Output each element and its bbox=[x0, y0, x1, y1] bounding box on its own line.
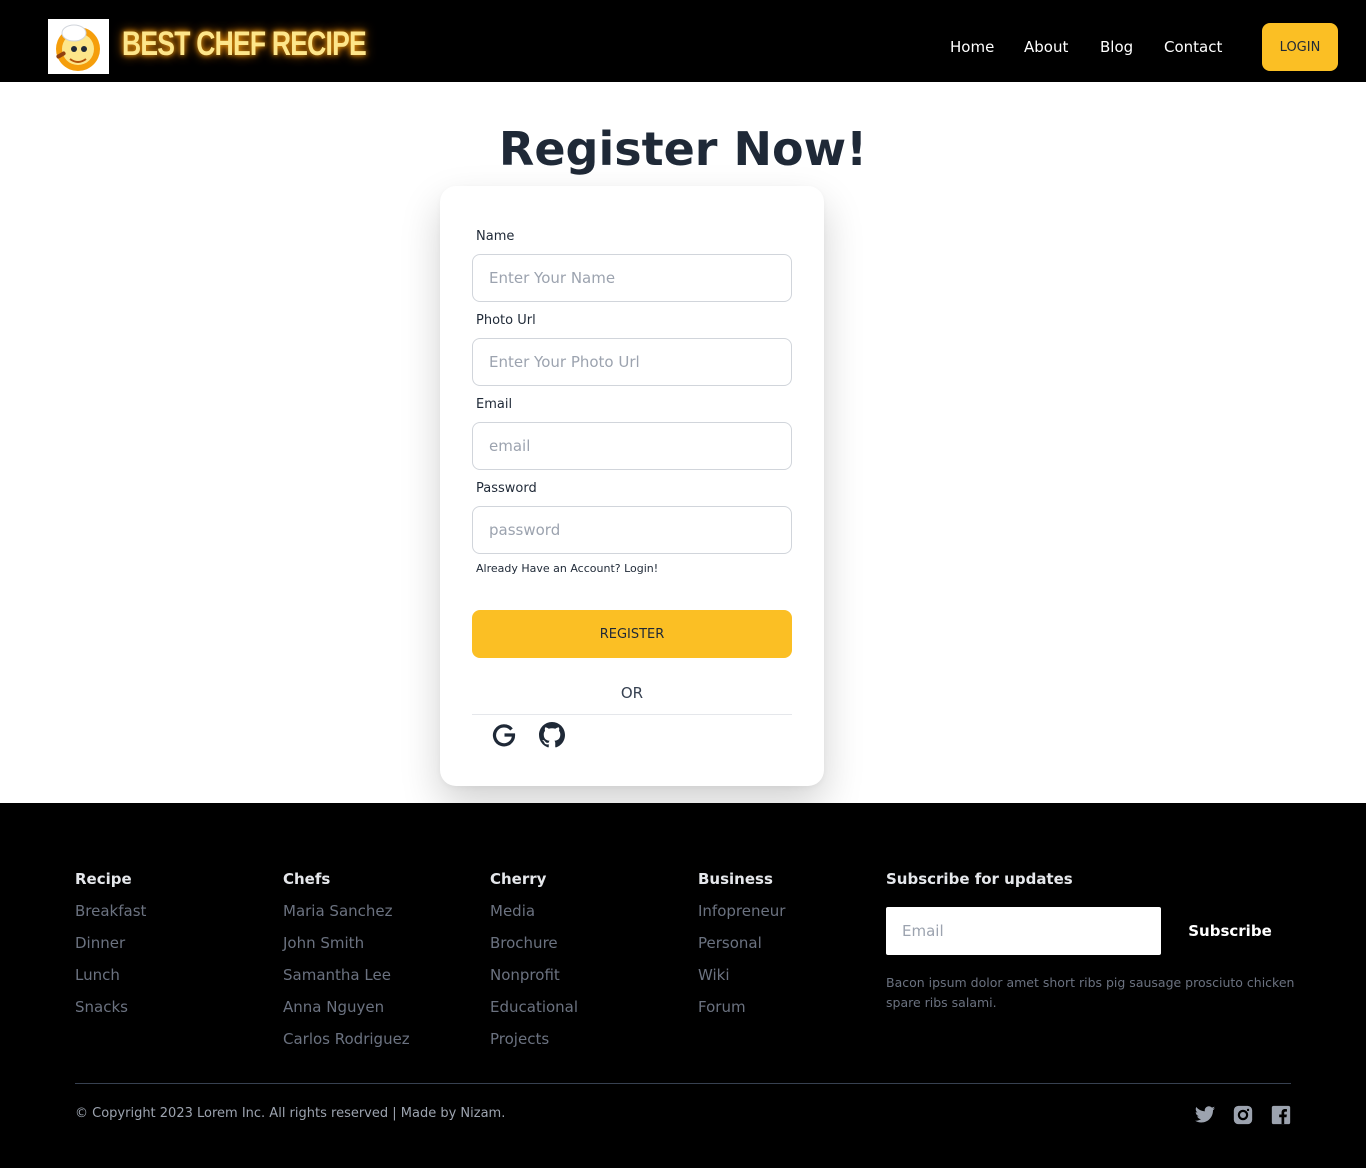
divider bbox=[472, 714, 792, 715]
instagram-icon[interactable] bbox=[1232, 1104, 1254, 1126]
login-link[interactable]: Already Have an Account? Login! bbox=[476, 562, 658, 575]
register-card: Name Photo Url Email Password Already Ha… bbox=[440, 186, 824, 786]
main-nav: Home About Blog Contact bbox=[0, 0, 1366, 82]
password-label: Password bbox=[476, 481, 537, 496]
footer-link[interactable]: Media bbox=[490, 901, 578, 933]
footer-heading: Chefs bbox=[283, 870, 331, 888]
github-icon[interactable] bbox=[539, 722, 565, 748]
footer-link[interactable]: Breakfast bbox=[75, 901, 146, 933]
twitter-icon[interactable] bbox=[1194, 1104, 1216, 1126]
nav-about[interactable]: About bbox=[1024, 37, 1068, 57]
footer-link[interactable]: Projects bbox=[490, 1029, 578, 1061]
photo-url-label: Photo Url bbox=[476, 313, 536, 328]
copyright-text: © Copyright 2023 Lorem Inc. All rights r… bbox=[75, 1106, 506, 1121]
subscribe-description: Bacon ipsum dolor amet short ribs pig sa… bbox=[886, 975, 1295, 1010]
footer-link[interactable]: Maria Sanchez bbox=[283, 901, 410, 933]
footer-link[interactable]: Lunch bbox=[75, 965, 146, 997]
email-label: Email bbox=[476, 397, 513, 412]
footer-link[interactable]: Snacks bbox=[75, 997, 146, 1029]
name-label: Name bbox=[476, 229, 515, 244]
footer-link[interactable]: Nonprofit bbox=[490, 965, 578, 997]
footer-link[interactable]: Carlos Rodriguez bbox=[283, 1029, 410, 1061]
navbar: BEST CHEF RECIPE Home About Blog Contact… bbox=[0, 0, 1366, 82]
footer-column-cherry: Cherry Media Brochure Nonprofit Educatio… bbox=[490, 869, 578, 1061]
email-input[interactable] bbox=[472, 422, 792, 470]
footer-link[interactable]: Forum bbox=[698, 997, 785, 1029]
footer-column-recipe: Recipe Breakfast Dinner Lunch Snacks bbox=[75, 869, 146, 1029]
google-icon[interactable] bbox=[491, 722, 517, 748]
footer-link[interactable]: Personal bbox=[698, 933, 785, 965]
subscribe-button[interactable]: Subscribe bbox=[1176, 907, 1284, 955]
password-input[interactable] bbox=[472, 506, 792, 554]
footer-link[interactable]: John Smith bbox=[283, 933, 410, 965]
footer-link[interactable]: Samantha Lee bbox=[283, 965, 410, 997]
footer-link[interactable]: Educational bbox=[490, 997, 578, 1029]
or-separator: OR bbox=[620, 684, 644, 702]
register-button[interactable]: REGISTER bbox=[472, 610, 792, 658]
facebook-icon[interactable] bbox=[1270, 1104, 1292, 1126]
photo-url-input[interactable] bbox=[472, 338, 792, 386]
footer: Recipe Breakfast Dinner Lunch Snacks Che… bbox=[0, 803, 1366, 1168]
subscribe-section: Subscribe for updates bbox=[886, 869, 1073, 901]
nav-home[interactable]: Home bbox=[950, 37, 994, 57]
subscribe-heading: Subscribe for updates bbox=[886, 870, 1073, 888]
name-input[interactable] bbox=[472, 254, 792, 302]
footer-column-chefs: Chefs Maria Sanchez John Smith Samantha … bbox=[283, 869, 410, 1061]
footer-heading: Business bbox=[698, 870, 773, 888]
subscribe-email-input[interactable] bbox=[886, 907, 1161, 955]
footer-link[interactable]: Dinner bbox=[75, 933, 146, 965]
login-button[interactable]: LOGIN bbox=[1262, 23, 1338, 71]
footer-column-business: Business Infopreneur Personal Wiki Forum bbox=[698, 869, 785, 1029]
footer-link[interactable]: Infopreneur bbox=[698, 901, 785, 933]
footer-heading: Recipe bbox=[75, 870, 132, 888]
footer-divider bbox=[75, 1083, 1291, 1084]
page-title: Register Now! bbox=[498, 122, 868, 176]
footer-link[interactable]: Brochure bbox=[490, 933, 578, 965]
footer-link[interactable]: Anna Nguyen bbox=[283, 997, 410, 1029]
footer-link[interactable]: Wiki bbox=[698, 965, 785, 997]
nav-contact[interactable]: Contact bbox=[1164, 37, 1222, 57]
nav-blog[interactable]: Blog bbox=[1100, 37, 1133, 57]
footer-heading: Cherry bbox=[490, 870, 547, 888]
